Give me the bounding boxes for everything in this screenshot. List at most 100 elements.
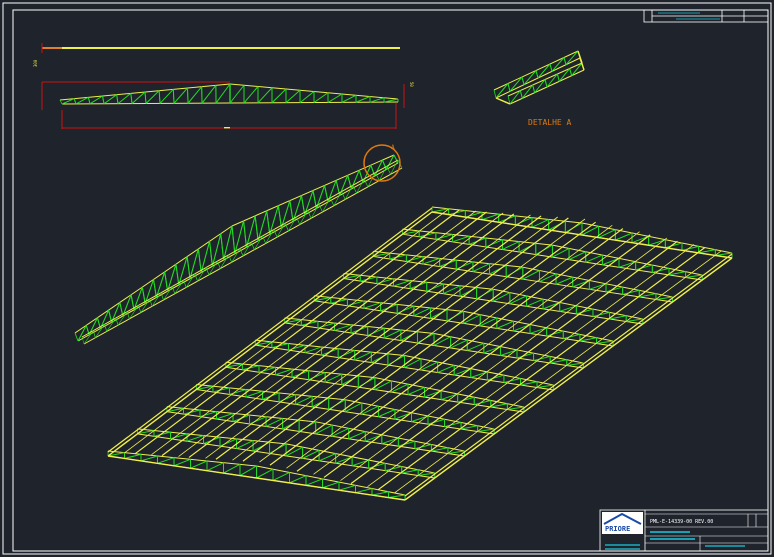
undefined-web-vertical [197,248,202,273]
undefined-web-diagonal [187,86,203,104]
truss-isometric-single [74,154,403,345]
undefined-web-diagonal [140,455,158,462]
undefined-web-diagonal [327,93,343,103]
undefined-web-diagonal [124,453,142,459]
roof-structure-isometric [107,206,733,501]
dim-left-label: 300 [33,59,38,67]
undefined-web-vertical [549,63,553,72]
undefined-bottom-chord [493,300,643,325]
undefined-web-diagonal [337,349,355,359]
undefined-web-vertical [59,99,63,105]
undefined-web-diagonal [440,393,458,401]
undefined-web-diagonal [131,91,146,104]
undefined-web-diagonal [304,346,322,354]
undefined-web-diagonal [388,494,406,499]
undefined-web-diagonal [173,87,188,104]
undefined-web-vertical [158,90,161,104]
undefined-bottom-chord [404,367,554,391]
roof-purlin-secondary [259,218,586,463]
detail-end-cap [577,50,583,64]
undefined-web-diagonal [618,261,636,268]
undefined-web-diagonal [523,70,537,85]
undefined-web-vertical [277,205,282,228]
undefined-web-vertical [231,225,236,254]
roof-purlin-secondary [205,214,531,459]
undefined-web-diagonal [215,83,231,104]
undefined-bottom-chord [522,278,673,303]
undefined-web-vertical [254,215,259,241]
undefined-web-diagonal [186,435,204,442]
undefined-web-vertical [175,264,180,285]
roof-purlin [269,221,596,466]
undefined-web-vertical [144,91,147,104]
undefined-web-diagonal [271,88,287,104]
roof-purlin-secondary [313,231,640,475]
undefined-web-diagonal [529,327,547,334]
undefined-web-diagonal [245,390,263,398]
undefined-web-diagonal [371,491,389,496]
undefined-bottom-chord [433,344,584,369]
undefined-web-diagonal [411,415,429,423]
undefined-web-diagonal [256,468,274,479]
undefined-web-diagonal [456,261,474,270]
undefined-web-vertical [87,97,91,104]
undefined-top-chord [255,339,405,357]
elevation-top-line: 300 [33,43,400,67]
undefined-web-diagonal [338,484,356,491]
undefined-web-diagonal [537,63,551,79]
undefined-web-diagonal [229,84,245,104]
undefined-top-chord [373,250,523,268]
undefined-web-vertical [266,210,271,235]
undefined-web-diagonal [426,283,444,292]
roof-purlin-secondary [178,212,504,457]
undefined-web-diagonal [397,305,415,314]
undefined-web-diagonal [216,412,234,420]
undefined-web-diagonal [308,372,326,381]
undefined-top-chord [343,273,494,290]
undefined-web-vertical [141,287,146,304]
undefined-web-vertical [544,79,548,88]
undefined-web-diagonal [173,458,191,467]
undefined-web-diagonal [206,462,224,472]
undefined-web-diagonal [223,463,241,474]
undefined-web-diagonal [334,324,352,331]
undefined-bottom-chord [374,389,524,413]
undefined-web-diagonal [485,239,503,248]
undefined-web-vertical [535,70,539,79]
undefined-web-diagonal [351,459,369,467]
undefined-web-diagonal [243,86,259,104]
undefined-web-diagonal [313,92,329,103]
undefined-web-vertical [521,76,525,85]
undefined-web-vertical [73,98,77,105]
revision-table [643,9,769,23]
undefined-web-diagonal [322,481,340,489]
undefined-web-diagonal [275,368,293,376]
cad-drawing-canvas: 300 ▬▬ 50 DETALHE A A PRIORE PML-E-14339… [2,2,772,555]
roof-purlin [323,234,651,478]
undefined-web-vertical [289,200,294,222]
undefined-web-diagonal [117,92,132,105]
truss-elevation [59,83,399,105]
undefined-web-diagonal [289,475,307,484]
undefined-web-diagonal [559,305,577,312]
detail-end-cap [495,97,511,105]
drawing-code: PML-E-14339-00 REV.00 [650,519,713,525]
undefined-web-diagonal [551,57,565,72]
undefined-web-diagonal [201,85,217,104]
undefined-web-vertical [493,89,497,99]
undefined-web-diagonal [363,302,381,309]
undefined-web-diagonal [272,471,290,481]
undefined-web-diagonal [393,280,411,287]
undefined-web-vertical [209,241,213,267]
undefined-web-diagonal [278,394,296,403]
undefined-web-diagonal [249,416,267,425]
undefined-web-diagonal [452,235,470,243]
undefined-web-vertical [164,271,169,292]
dim-right-label: 50 [409,82,414,87]
undefined-web-diagonal [381,437,399,445]
undefined-top-chord [284,317,435,334]
undefined-web-diagonal [157,457,175,464]
undefined-web-diagonal [299,91,315,103]
undefined-web-vertical [186,256,191,279]
undefined-web-diagonal [565,50,579,65]
